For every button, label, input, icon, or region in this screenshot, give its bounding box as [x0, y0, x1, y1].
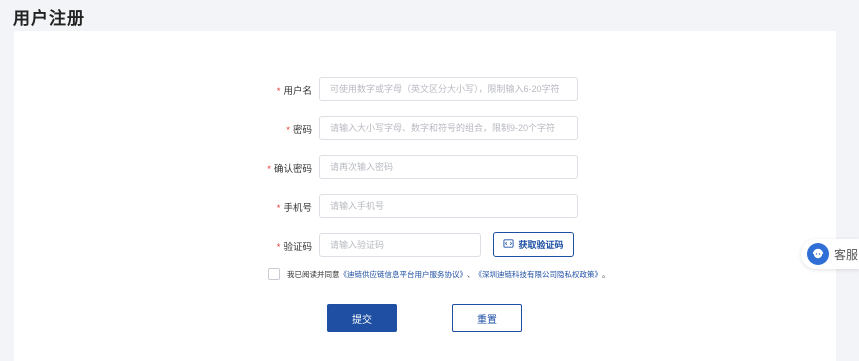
password-label: * 密码 — [286, 125, 312, 136]
privacy-policy-link[interactable]: 《深圳迪链科技有限公司隐私权政策》 — [475, 269, 603, 280]
username-row: * 用户名 — [14, 77, 836, 103]
required-mark: * — [286, 125, 290, 136]
agreement-checkbox[interactable] — [268, 268, 280, 280]
get-code-label: 获取验证码 — [518, 240, 564, 250]
confirm-password-label: * 确认密码 — [267, 164, 312, 175]
username-input[interactable] — [319, 77, 578, 101]
phone-label: * 手机号 — [276, 203, 312, 214]
required-mark: * — [276, 203, 281, 214]
phone-row: * 手机号 — [14, 194, 836, 220]
submit-button[interactable]: 提交 — [327, 304, 397, 332]
username-label: * 用户名 — [276, 86, 312, 97]
code-row: *验证码 获取验证码 — [14, 232, 836, 259]
page-title: 用户注册 — [13, 9, 85, 28]
code-icon — [503, 238, 515, 251]
user-agreement-link[interactable]: 《迪链供应链信息平台用户服务协议》 — [340, 269, 468, 280]
code-input[interactable] — [319, 233, 481, 257]
get-code-button[interactable]: 获取验证码 — [493, 232, 574, 257]
phone-input[interactable] — [319, 194, 578, 218]
registration-card: *用户名 *密码 *确认密码 *手机号 *验证码 — [14, 31, 836, 361]
password-input[interactable] — [319, 116, 578, 140]
required-mark: * — [267, 164, 271, 175]
agreement-row: 我已阅读并同意 《迪链供应链信息平台用户服务协议》 、 《深圳迪链科技有限公司隐… — [268, 268, 610, 280]
agreement-suffix: 。 — [602, 269, 610, 279]
reset-button[interactable]: 重置 — [452, 304, 522, 332]
confirm-password-row: * 确认密码 — [14, 155, 836, 181]
customer-service-button[interactable]: 客服 — [801, 239, 859, 269]
confirm-password-input[interactable] — [319, 155, 578, 179]
code-label: * 验证码 — [276, 242, 312, 253]
customer-service-label: 客服 — [834, 247, 859, 262]
required-mark: * — [276, 242, 281, 253]
headset-icon — [807, 243, 829, 265]
required-mark: * — [276, 86, 281, 97]
agreement-prefix: 我已阅读并同意 — [287, 269, 340, 279]
password-row: * 密码 — [14, 116, 836, 142]
agreement-separator: 、 — [467, 269, 475, 279]
